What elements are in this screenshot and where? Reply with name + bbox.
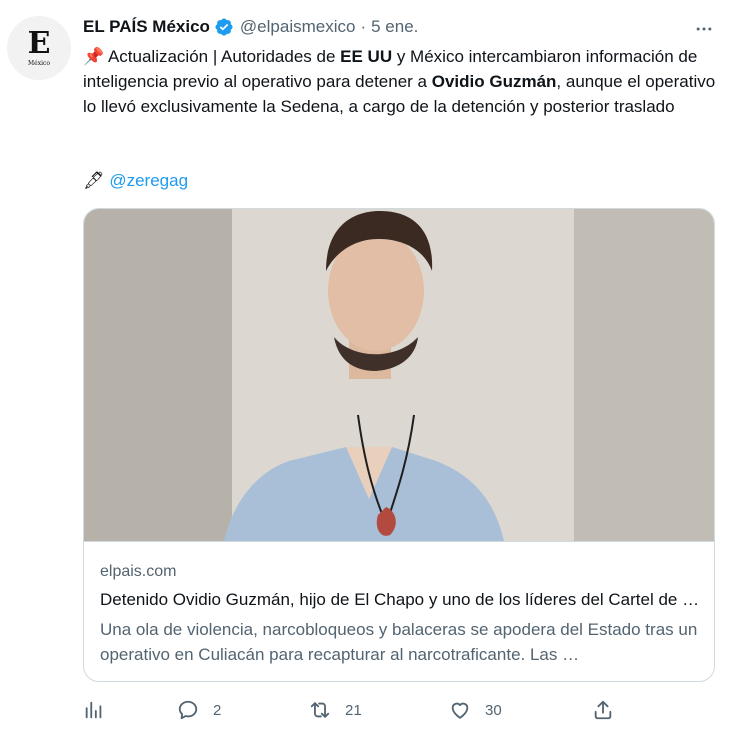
tweet-date[interactable]: 5 ene. xyxy=(371,17,418,37)
tweet-header: EL PAÍS México @elpaismexico · 5 ene. xyxy=(83,16,418,38)
account-name[interactable]: EL PAÍS México xyxy=(83,17,210,37)
card-domain: elpais.com xyxy=(100,563,177,580)
like-icon xyxy=(451,702,469,719)
like-count: 30 xyxy=(485,701,502,719)
avatar-logo-subtitle: México xyxy=(28,60,50,67)
tweet-text-bold-2: Ovidio Guzmán xyxy=(431,72,557,91)
more-options-button[interactable] xyxy=(693,18,715,40)
pen-emoji: 🖋 xyxy=(83,171,105,190)
reply-button[interactable]: 2 xyxy=(177,694,221,726)
photo-credit: 🖋 @zeregag xyxy=(83,168,188,193)
retweet-icon xyxy=(310,702,330,718)
analytics-button[interactable] xyxy=(83,694,105,726)
separator-dot: · xyxy=(360,17,367,36)
share-button[interactable] xyxy=(592,694,614,726)
analytics-icon xyxy=(85,701,102,719)
retweet-count: 21 xyxy=(345,701,362,719)
card-description: Una ola de violencia, narcobloqueos y ba… xyxy=(100,620,698,664)
verified-badge-icon xyxy=(215,18,233,36)
more-options-icon xyxy=(696,27,712,31)
avatar[interactable]: E México xyxy=(7,16,71,80)
pin-emoji: 📌 xyxy=(83,47,105,66)
tweet-text-part-1: Actualización | Autoridades de xyxy=(104,47,341,66)
reply-icon xyxy=(178,700,198,720)
share-icon xyxy=(594,700,612,720)
card-divider xyxy=(84,541,714,542)
account-handle[interactable]: @elpaismexico xyxy=(240,17,356,37)
like-button[interactable]: 30 xyxy=(449,694,502,726)
tweet[interactable]: E México EL PAÍS México @elpaismexico · … xyxy=(0,0,737,731)
link-card[interactable]: elpais.com Detenido Ovidio Guzmán, hijo … xyxy=(83,208,715,682)
tweet-actions: 2 21 30 xyxy=(83,694,715,726)
card-image xyxy=(84,209,714,541)
reply-count: 2 xyxy=(213,701,222,719)
avatar-logo-letter: E xyxy=(27,26,51,61)
retweet-button[interactable]: 21 xyxy=(309,694,362,726)
tweet-text: 📌 Actualización | Autoridades de EE UU y… xyxy=(83,44,723,119)
credit-mention-link[interactable]: @zeregag xyxy=(109,171,188,190)
tweet-text-bold-1: EE UU xyxy=(340,47,393,66)
card-title[interactable]: Detenido Ovidio Guzmán, hijo de El Chapo… xyxy=(100,589,700,611)
